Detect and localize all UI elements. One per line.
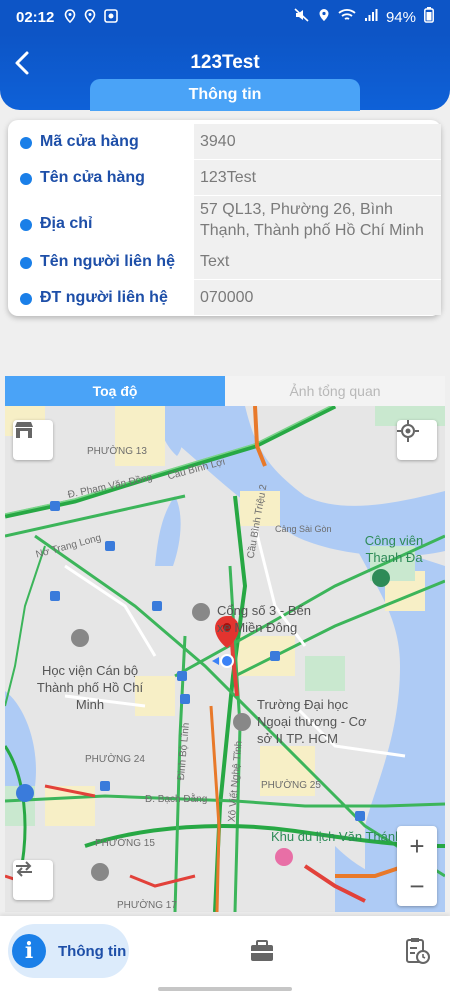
map-label-park: Công viên Thanh Đa xyxy=(364,533,424,565)
nav-briefcase-button[interactable] xyxy=(247,936,277,966)
map-label-cong-so3: Cổng số 3 - Bến xe Miền Đông xyxy=(217,603,311,635)
tab-thong-tin[interactable]: Thông tin xyxy=(90,79,360,111)
store-info-card: Mã cửa hàng 3940 Tên cửa hàng 123Test Đị… xyxy=(8,120,441,316)
battery-percent: 94% xyxy=(385,8,416,26)
status-time: 02:12 xyxy=(16,8,55,26)
zoom-in-button[interactable]: + xyxy=(397,826,437,866)
bullet-icon xyxy=(20,257,32,269)
store-code-label: Mã cửa hàng xyxy=(40,133,139,150)
store-code-row: Mã cửa hàng 3940 xyxy=(8,124,441,159)
map-label-khu-du-lich: Khu du lịch Văn Thánh xyxy=(271,829,403,844)
contact-name-field[interactable]: Text xyxy=(194,244,441,279)
bullet-icon xyxy=(20,219,32,231)
map-label-cang-sai-gon: Cảng Sài Gòn xyxy=(275,524,332,534)
map-label-truong-dai-hoc: Trường Đại học Ngoại thương - Cơ sở II T… xyxy=(257,697,367,746)
contact-phone-row: ĐT người liên hệ 070000 xyxy=(8,280,441,315)
wifi-icon xyxy=(338,8,356,26)
contact-phone-label: ĐT người liên hệ xyxy=(40,289,168,306)
map-label-hoc-vien: Học viện Cán bộ Thành phố Hồ Chí Minh xyxy=(36,663,144,712)
swap-arrows-icon xyxy=(16,861,32,877)
bullet-icon xyxy=(20,293,32,305)
location-icon-2 xyxy=(84,8,96,26)
store-name-label: Tên cửa hàng xyxy=(40,169,145,186)
map-label-phuong24: PHƯỜNG 24 xyxy=(85,754,145,765)
address-label: Địa chỉ xyxy=(40,215,93,232)
page-title: 123Test xyxy=(190,52,260,73)
battery-icon xyxy=(424,7,434,27)
store-marker-button[interactable] xyxy=(13,420,53,460)
store-name-field[interactable]: 123Test xyxy=(194,160,441,195)
bullet-icon xyxy=(20,173,32,185)
store-icon xyxy=(15,422,33,438)
app-notification-icon xyxy=(104,8,119,26)
address-field[interactable]: 57 QL13, Phường 26, Bình Thạnh, Thành ph… xyxy=(194,196,441,248)
zoom-out-button[interactable]: − xyxy=(397,866,437,906)
location-icon xyxy=(64,8,76,26)
mute-icon xyxy=(294,8,310,26)
status-bar: 02:12 94% xyxy=(0,0,450,34)
contact-phone-field[interactable]: 070000 xyxy=(194,280,441,315)
clipboard-clock-icon xyxy=(406,938,430,964)
my-location-button[interactable] xyxy=(397,420,437,460)
nav-info-label: Thông tin xyxy=(58,942,127,960)
map-label-bach-dang: Đ. Bạch Đằng xyxy=(145,794,208,805)
bullet-icon xyxy=(20,137,32,149)
map-label-phuong25: PHƯỜNG 25 xyxy=(261,780,321,791)
swap-button[interactable] xyxy=(13,860,53,900)
map-tabs: Toạ độ Ảnh tổng quan xyxy=(5,376,445,406)
tab-overview-photo[interactable]: Ảnh tổng quan xyxy=(225,376,445,406)
contact-name-label: Tên người liên hệ xyxy=(40,253,175,270)
crosshair-icon xyxy=(397,420,419,442)
home-indicator xyxy=(158,987,292,991)
gps-icon xyxy=(318,8,330,26)
nav-info-button[interactable]: i Thông tin xyxy=(8,924,129,978)
store-name-row: Tên cửa hàng 123Test xyxy=(8,160,441,195)
map-label-phuong13: PHƯỜNG 13 xyxy=(87,446,147,457)
map-label-phuong17: PHƯỜNG 17 xyxy=(117,900,177,911)
map-view[interactable]: PHƯỜNG 13 Cầu Bình Lợi Đ. Phạm Văn Đồng … xyxy=(5,406,445,912)
map-label-phuong15: PHƯỜNG 15 xyxy=(95,838,155,849)
info-icon: i xyxy=(12,934,46,968)
address-row: Địa chỉ 57 QL13, Phường 26, Bình Thạnh, … xyxy=(8,196,441,248)
briefcase-icon xyxy=(251,940,273,961)
signal-icon xyxy=(364,8,378,26)
zoom-controls: + − xyxy=(397,826,437,906)
nav-history-button[interactable] xyxy=(402,936,432,966)
contact-name-row: Tên người liên hệ Text xyxy=(8,244,441,279)
store-code-field[interactable]: 3940 xyxy=(194,124,441,159)
tab-coordinates[interactable]: Toạ độ xyxy=(5,376,225,406)
